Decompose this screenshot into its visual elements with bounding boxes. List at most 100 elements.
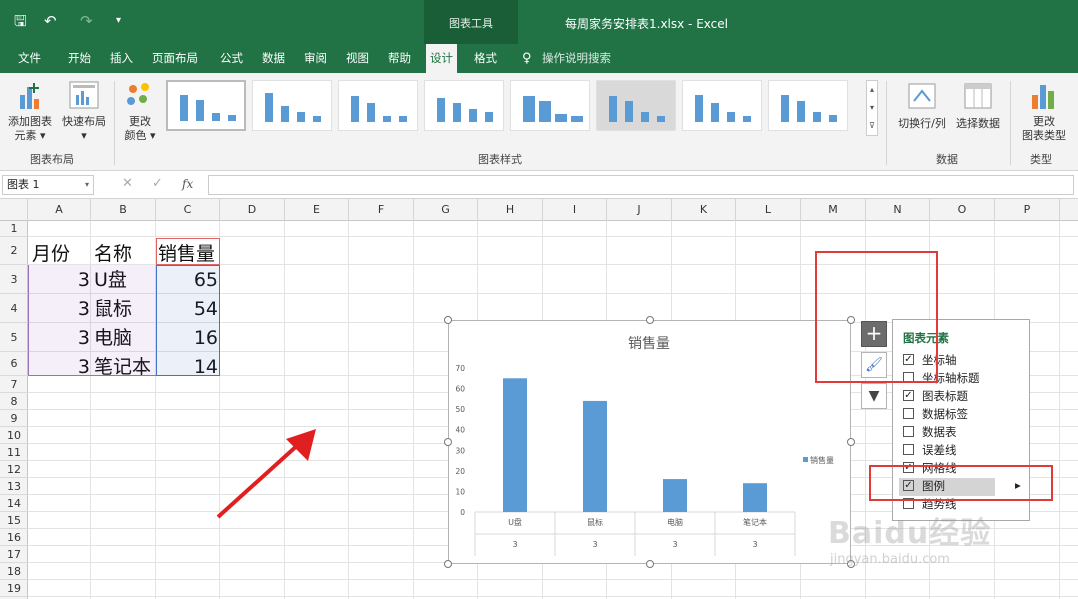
row-header-14[interactable]: 14 xyxy=(0,495,28,512)
tab-insert[interactable]: 插入 xyxy=(106,44,137,73)
column-header-h[interactable]: H xyxy=(478,199,543,221)
resize-handle[interactable] xyxy=(444,316,452,324)
quick-layout-button[interactable]: 快速布局 ▾ xyxy=(58,77,110,145)
resize-handle[interactable] xyxy=(444,438,452,446)
checkbox-icon[interactable] xyxy=(903,408,914,419)
row-header-7[interactable]: 7 xyxy=(0,376,28,393)
name-box[interactable]: 图表 1 ▾ xyxy=(2,175,94,195)
tab-help[interactable]: 帮助 xyxy=(384,44,415,73)
row-header-18[interactable]: 18 xyxy=(0,563,28,580)
column-header-p[interactable]: P xyxy=(995,199,1060,221)
chart-element-option[interactable]: 误差线 xyxy=(903,442,957,460)
resize-handle[interactable] xyxy=(646,316,654,324)
cancel-icon[interactable]: ✕ xyxy=(122,176,133,191)
chart-style-thumbnail[interactable] xyxy=(424,80,504,131)
switch-row-column-button[interactable]: 切换行/列 xyxy=(892,77,952,141)
checkbox-icon[interactable] xyxy=(903,426,914,437)
row-header-9[interactable]: 9 xyxy=(0,410,28,427)
title-bar: 🖫 ↶ ↷ ▾ 图表工具 每周家务安排表1.xlsx - Excel xyxy=(0,0,1078,44)
chart-element-option[interactable]: 数据表 xyxy=(903,424,957,442)
chart-style-thumbnail[interactable] xyxy=(252,80,332,131)
chart-style-thumbnail[interactable] xyxy=(768,80,848,131)
filter-icon: ▼ xyxy=(868,388,880,404)
select-all-corner[interactable] xyxy=(0,199,28,221)
column-header-f[interactable]: F xyxy=(349,199,414,221)
chart-style-thumbnail[interactable] xyxy=(510,80,590,131)
row-header-5[interactable]: 5 xyxy=(0,323,28,352)
column-header-g[interactable]: G xyxy=(414,199,478,221)
tab-data[interactable]: 数据 xyxy=(258,44,289,73)
chart-style-thumbnail[interactable] xyxy=(166,80,246,131)
tab-review[interactable]: 审阅 xyxy=(300,44,331,73)
column-header-n[interactable]: N xyxy=(866,199,930,221)
column-header-j[interactable]: J xyxy=(607,199,672,221)
row-header-13[interactable]: 13 xyxy=(0,478,28,495)
customize-qat-icon[interactable]: ▾ xyxy=(116,12,121,30)
tab-design[interactable]: 设计 xyxy=(426,44,457,73)
chart-style-thumbnail[interactable] xyxy=(682,80,762,131)
tab-view[interactable]: 视图 xyxy=(342,44,373,73)
y-tick-label: 60 xyxy=(455,385,465,394)
chevron-down-icon[interactable]: ▾ xyxy=(85,176,89,194)
checkbox-icon[interactable] xyxy=(903,444,914,455)
chart-element-option[interactable]: 数据标签 xyxy=(903,406,968,424)
row-header-17[interactable]: 17 xyxy=(0,546,28,563)
redo-icon[interactable]: ↷ xyxy=(80,12,93,30)
resize-handle[interactable] xyxy=(444,560,452,568)
row-header-16[interactable]: 16 xyxy=(0,529,28,546)
header-name[interactable]: 名称 xyxy=(94,240,132,268)
resize-handle[interactable] xyxy=(847,438,855,446)
column-header-a[interactable]: A xyxy=(28,199,91,221)
row-header-6[interactable]: 6 xyxy=(0,352,28,376)
row-header-12[interactable]: 12 xyxy=(0,461,28,478)
x-subtick-label: 3 xyxy=(672,540,677,549)
row-header-2[interactable]: 2 xyxy=(0,237,28,265)
enter-icon[interactable]: ✓ xyxy=(152,176,163,191)
column-header-m[interactable]: M xyxy=(801,199,866,221)
formula-input[interactable] xyxy=(208,175,1074,195)
tab-formulas[interactable]: 公式 xyxy=(216,44,247,73)
column-header-l[interactable]: L xyxy=(736,199,801,221)
row-header-11[interactable]: 11 xyxy=(0,444,28,461)
column-header-i[interactable]: I xyxy=(543,199,607,221)
header-month[interactable]: 月份 xyxy=(32,240,70,268)
chart-style-thumbnail[interactable] xyxy=(338,80,418,131)
y-tick-label: 70 xyxy=(455,364,465,373)
resize-handle[interactable] xyxy=(646,560,654,568)
x-subtick-label: 3 xyxy=(512,540,517,549)
change-colors-button[interactable]: 更改 颜色 ▾ xyxy=(118,77,162,145)
row-header-19[interactable]: 19 xyxy=(0,580,28,597)
checkbox-icon[interactable]: ✓ xyxy=(903,390,914,401)
row-header-15[interactable]: 15 xyxy=(0,512,28,529)
select-data-button[interactable]: 选择数据 xyxy=(950,77,1006,141)
column-header-d[interactable]: D xyxy=(220,199,285,221)
row-header-3[interactable]: 3 xyxy=(0,265,28,294)
undo-icon[interactable]: ↶ xyxy=(44,12,57,30)
row-header-4[interactable]: 4 xyxy=(0,294,28,323)
change-chart-type-button[interactable]: 更改 图表类型 xyxy=(1014,77,1074,145)
tab-page-layout[interactable]: 页面布局 xyxy=(148,44,202,73)
tab-home[interactable]: 开始 xyxy=(64,44,95,73)
tab-file[interactable]: 文件 xyxy=(14,44,45,73)
tab-format[interactable]: 格式 xyxy=(470,44,501,73)
chart-element-option[interactable]: ✓ 图表标题 xyxy=(903,388,968,406)
insert-function-icon[interactable]: fx xyxy=(182,177,193,191)
chart-filters-button[interactable]: ▼ xyxy=(861,383,887,409)
gallery-scroll[interactable]: ▴ ▾ ⊽ xyxy=(866,80,878,136)
chart-tools-label: 图表工具 xyxy=(424,0,518,44)
range-highlight-header xyxy=(156,238,220,265)
row-header-10[interactable]: 10 xyxy=(0,427,28,444)
row-header-1[interactable]: 1 xyxy=(0,221,28,237)
row-header-8[interactable]: 8 xyxy=(0,393,28,410)
thumbnail-bar xyxy=(297,112,305,122)
chart-style-thumbnail[interactable] xyxy=(596,80,676,131)
column-header-b[interactable]: B xyxy=(91,199,156,221)
save-icon[interactable]: 🖫 xyxy=(14,12,27,30)
chart-object[interactable]: 销售量 0 10 20 30 40 50 60 70 U盘 3 鼠标 3 电脑 3 笔记本 3 销售量 xyxy=(448,320,851,564)
column-header-o[interactable]: O xyxy=(930,199,995,221)
column-header-k[interactable]: K xyxy=(672,199,736,221)
column-header-e[interactable]: E xyxy=(285,199,349,221)
column-header-c[interactable]: C xyxy=(156,199,220,221)
tell-me-search[interactable]: 操作说明搜索 xyxy=(538,44,615,73)
add-chart-element-button[interactable]: 添加图表 元素 ▾ xyxy=(4,77,56,145)
